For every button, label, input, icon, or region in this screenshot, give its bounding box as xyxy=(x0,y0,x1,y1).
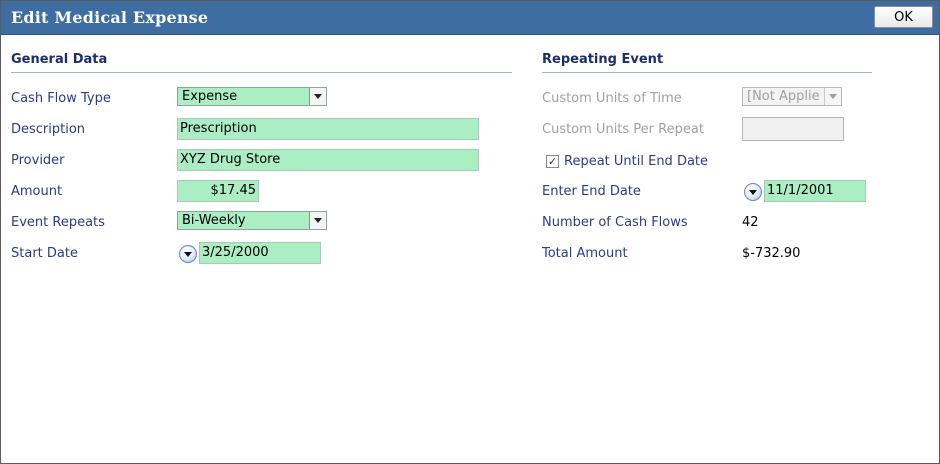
event-repeats-value: Bi-Weekly xyxy=(182,213,246,228)
number-of-cash-flows-label: Number of Cash Flows xyxy=(542,215,688,230)
custom-units-per-repeat-label: Custom Units Per Repeat xyxy=(542,122,704,137)
start-date-input[interactable]: 3/25/2000 xyxy=(199,242,321,264)
calendar-dropdown-icon[interactable] xyxy=(179,245,197,263)
total-amount-value: $-732.90 xyxy=(742,246,801,261)
start-date-label: Start Date xyxy=(11,246,78,261)
cash-flow-type-value: Expense xyxy=(182,89,238,104)
amount-input[interactable]: $17.45 xyxy=(177,180,259,202)
amount-label: Amount xyxy=(11,184,63,199)
ok-button[interactable]: OK xyxy=(874,6,933,28)
custom-units-of-time-label: Custom Units of Time xyxy=(542,91,682,106)
provider-input[interactable]: XYZ Drug Store xyxy=(177,149,479,171)
cash-flow-type-label: Cash Flow Type xyxy=(11,91,111,106)
repeat-until-end-date-checkbox[interactable]: ✓ xyxy=(546,155,559,168)
end-date-input[interactable]: 11/1/2001 xyxy=(764,180,866,202)
cash-flow-type-select[interactable]: Expense xyxy=(177,87,327,106)
repeating-event-heading: Repeating Event xyxy=(542,52,664,67)
checkmark-icon: ✓ xyxy=(547,155,558,168)
repeat-until-end-date-label: Repeat Until End Date xyxy=(564,154,709,169)
custom-units-per-repeat-input[interactable] xyxy=(742,117,844,141)
end-date-label: Enter End Date xyxy=(542,184,641,199)
chevron-down-icon[interactable] xyxy=(309,212,326,229)
edit-medical-expense-window: Edit Medical Expense OK General Data Cas… xyxy=(0,0,940,464)
repeating-event-divider xyxy=(542,72,872,73)
description-label: Description xyxy=(11,122,86,137)
custom-units-of-time-value: [Not Applie xyxy=(747,89,820,104)
total-amount-label: Total Amount xyxy=(542,246,628,261)
chevron-down-icon[interactable] xyxy=(824,88,841,105)
window-title: Edit Medical Expense xyxy=(11,8,209,27)
general-data-divider xyxy=(11,72,512,73)
general-data-heading: General Data xyxy=(11,52,108,67)
description-input[interactable]: Prescription xyxy=(177,118,479,140)
provider-label: Provider xyxy=(11,153,65,168)
number-of-cash-flows-value: 42 xyxy=(742,215,759,230)
event-repeats-label: Event Repeats xyxy=(11,215,105,230)
calendar-dropdown-icon[interactable] xyxy=(744,183,762,201)
event-repeats-select[interactable]: Bi-Weekly xyxy=(177,211,327,230)
title-bar: Edit Medical Expense OK xyxy=(1,1,939,35)
custom-units-of-time-select[interactable]: [Not Applie xyxy=(742,87,842,106)
chevron-down-icon[interactable] xyxy=(309,88,326,105)
